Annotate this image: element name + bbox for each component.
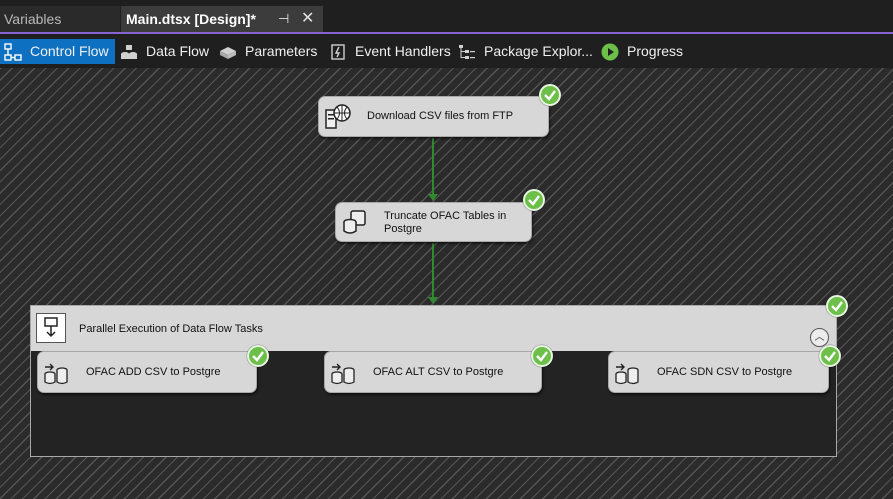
tab-package-explorer-label: Package Explor... bbox=[484, 43, 593, 59]
tab-data-flow[interactable]: Data Flow bbox=[116, 39, 212, 64]
tab-control-flow-label: Control Flow bbox=[30, 43, 109, 59]
data-flow-icon bbox=[121, 45, 137, 59]
success-check-icon bbox=[523, 189, 545, 211]
tab-progress-label: Progress bbox=[627, 43, 684, 59]
task-ofac-alt-csv[interactable]: OFAC ALT CSV to Postgre bbox=[324, 351, 542, 393]
success-check-icon bbox=[539, 84, 561, 106]
tab-event-handlers[interactable]: Event Handlers bbox=[325, 39, 451, 64]
ssis-designer-window: Variables Main.dtsx [Design]* ⊣ ✕ Contro… bbox=[0, 0, 893, 499]
package-explorer-icon bbox=[459, 45, 475, 59]
tab-progress[interactable]: Progress bbox=[597, 39, 692, 64]
data-flow-task-icon bbox=[331, 363, 355, 385]
designer-tab-bar: Control Flow Data Flow Parameters Event … bbox=[0, 36, 893, 66]
close-icon[interactable]: ✕ bbox=[301, 6, 314, 32]
sequence-container-icon bbox=[36, 313, 66, 343]
tab-control-flow[interactable]: Control Flow bbox=[0, 39, 115, 64]
progress-icon bbox=[601, 43, 619, 61]
sql-task-icon bbox=[343, 210, 366, 234]
ftp-task-icon bbox=[325, 104, 351, 129]
task-ofac-sdn-csv[interactable]: OFAC SDN CSV to Postgre bbox=[608, 351, 829, 393]
collapse-chevron-icon[interactable]: ︿ bbox=[810, 328, 829, 347]
success-check-icon bbox=[819, 345, 841, 367]
tab-package-explorer[interactable]: Package Explor... bbox=[454, 39, 594, 64]
success-check-icon bbox=[247, 345, 269, 367]
event-handlers-icon bbox=[331, 44, 345, 60]
task-ofac-add-label: OFAC ADD CSV to Postgre bbox=[86, 366, 221, 378]
data-flow-task-icon bbox=[615, 363, 639, 385]
task-download-csv-ftp[interactable]: Download CSV files from FTP bbox=[318, 96, 549, 137]
container-header[interactable]: Parallel Execution of Data Flow Tasks ︿ bbox=[31, 306, 836, 351]
task-ofac-add-csv[interactable]: OFAC ADD CSV to Postgre bbox=[37, 351, 257, 393]
tab-data-flow-label: Data Flow bbox=[146, 43, 210, 59]
task-ofac-alt-label: OFAC ALT CSV to Postgre bbox=[373, 366, 504, 378]
container-title: Parallel Execution of Data Flow Tasks bbox=[79, 323, 263, 335]
task-download-label: Download CSV files from FTP bbox=[367, 110, 514, 122]
tab-variables[interactable]: Variables bbox=[0, 6, 120, 32]
tab-main-label: Main.dtsx [Design]* bbox=[126, 11, 256, 27]
parameters-icon bbox=[220, 47, 236, 59]
control-flow-canvas[interactable]: Download CSV files from FTP Truncate OFA… bbox=[0, 68, 893, 499]
task-truncate-label: Truncate OFAC Tables in Postgre bbox=[384, 210, 507, 235]
tab-parameters-label: Parameters bbox=[245, 43, 318, 59]
task-ofac-sdn-label: OFAC SDN CSV to Postgre bbox=[657, 366, 793, 378]
data-flow-task-icon bbox=[44, 363, 68, 385]
pin-icon[interactable]: ⊣ bbox=[278, 6, 289, 32]
tab-main-dtsx[interactable]: Main.dtsx [Design]* ⊣ ✕ bbox=[121, 6, 323, 32]
document-tab-strip: Variables Main.dtsx [Design]* ⊣ ✕ bbox=[0, 0, 893, 34]
success-check-icon bbox=[531, 345, 553, 367]
tab-event-handlers-label: Event Handlers bbox=[355, 43, 451, 59]
success-check-icon bbox=[826, 295, 848, 317]
tab-parameters[interactable]: Parameters bbox=[215, 39, 321, 64]
task-truncate-ofac-tables[interactable]: Truncate OFAC Tables in Postgre bbox=[335, 202, 532, 242]
control-flow-icon bbox=[4, 43, 22, 61]
